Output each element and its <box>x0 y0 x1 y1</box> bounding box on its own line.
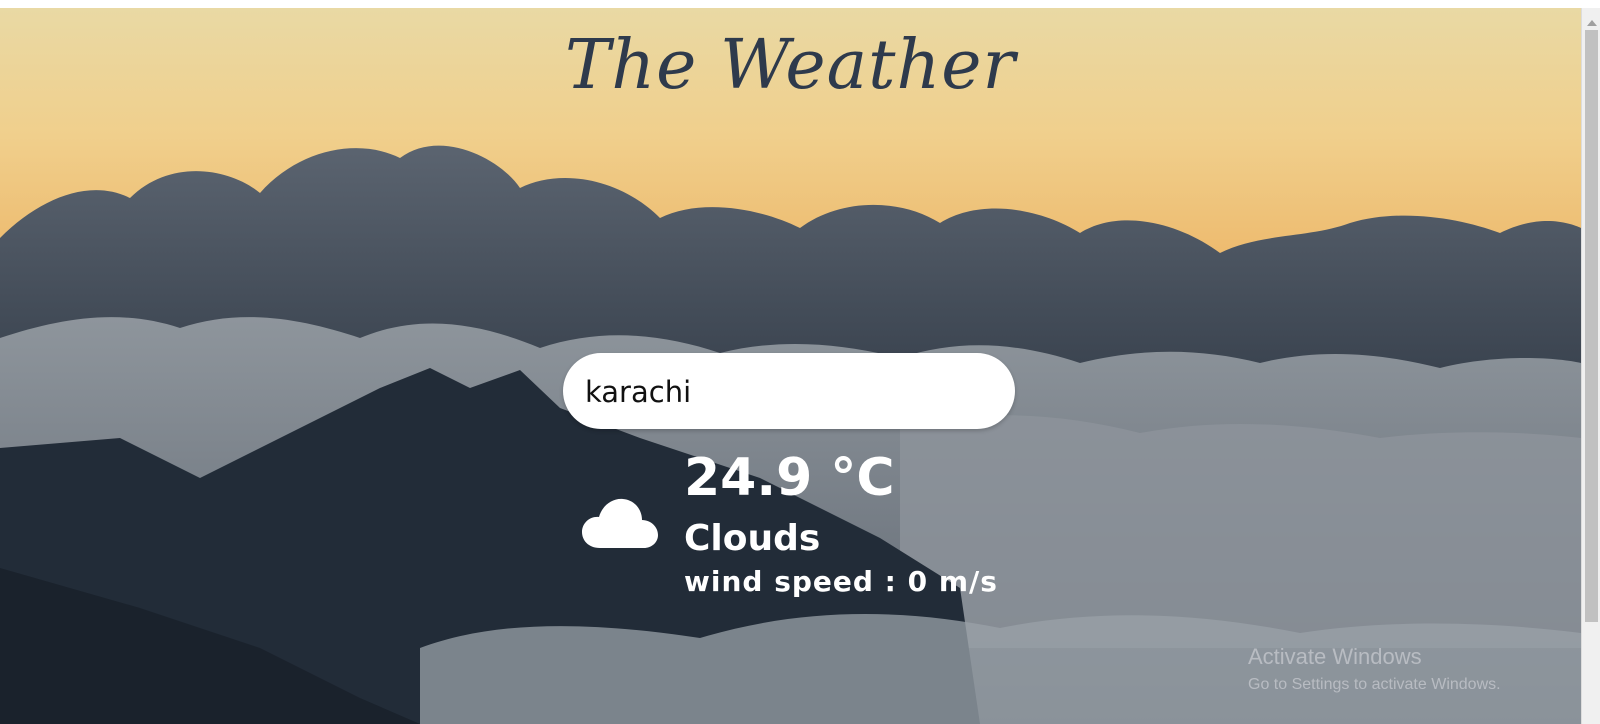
weather-condition: Clouds <box>684 518 821 559</box>
page-title: The Weather <box>564 26 1016 105</box>
scroll-up-arrow-icon[interactable] <box>1587 20 1597 26</box>
background-scene: The Weather 24.9 °C Clouds wind speed : … <box>0 8 1581 724</box>
cloud-icon <box>582 498 658 548</box>
search-bar[interactable] <box>563 353 1015 429</box>
watermark-heading: Activate Windows <box>1248 644 1422 669</box>
scrollbar-thumb[interactable] <box>1585 30 1598 622</box>
temperature-value: 24.9 °C <box>684 448 895 508</box>
vertical-scrollbar[interactable] <box>1581 8 1600 724</box>
wind-speed: wind speed : 0 m/s <box>684 565 998 598</box>
city-search-input[interactable] <box>583 365 987 419</box>
watermark-subtext: Go to Settings to activate Windows. <box>1248 676 1501 693</box>
activate-windows-watermark: Activate Windows Go to Settings to activ… <box>1248 644 1501 694</box>
